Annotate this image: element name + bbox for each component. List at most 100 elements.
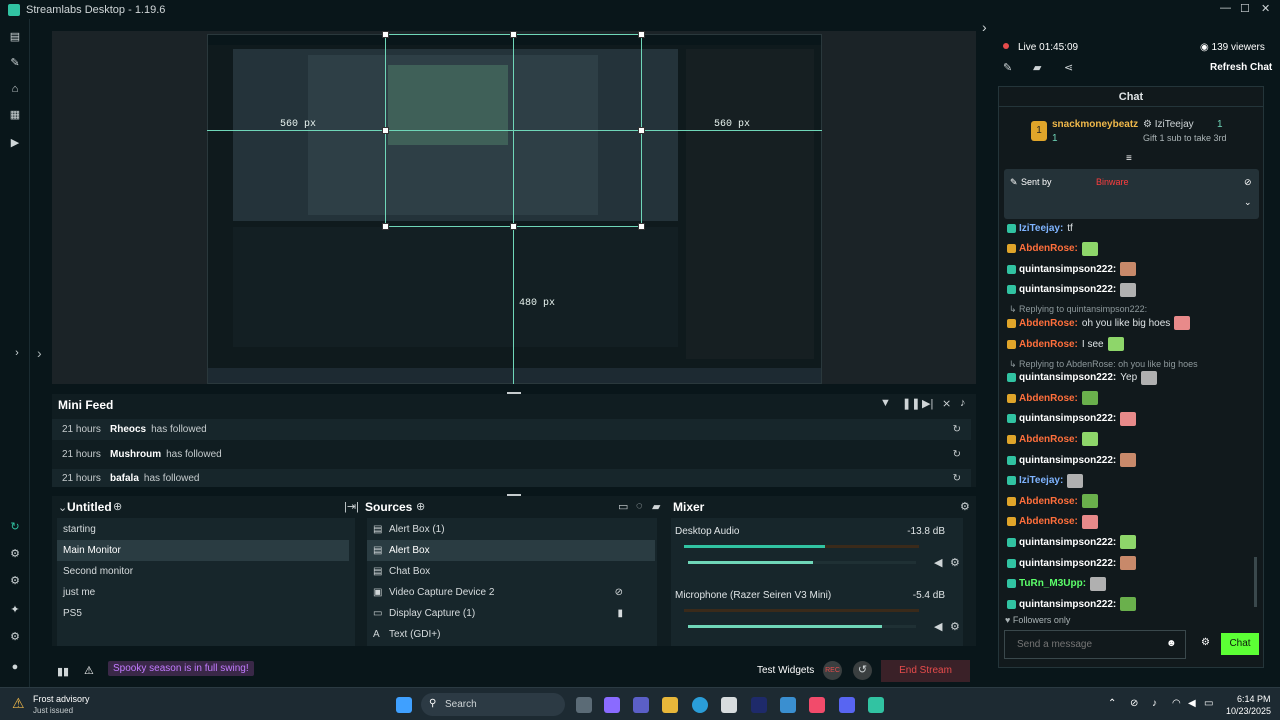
- chat-username[interactable]: IziTeejay:: [1019, 223, 1063, 234]
- resize-handle[interactable]: [510, 223, 517, 230]
- l-app-icon[interactable]: [751, 697, 767, 713]
- chat-message[interactable]: AbdenRose:: [1007, 430, 1098, 448]
- copilot-icon[interactable]: [604, 697, 620, 713]
- hide-icon[interactable]: ◌: [636, 500, 643, 512]
- network-icon[interactable]: ⊘: [1130, 698, 1138, 709]
- notification-message[interactable]: Spooky season is in full swing!: [108, 661, 254, 676]
- dashboard-icon[interactable]: ⚙: [8, 575, 22, 587]
- chat-username[interactable]: AbdenRose:: [1019, 243, 1078, 254]
- task-view-icon[interactable]: [576, 697, 592, 713]
- studio-mode-icon[interactable]: ↻: [8, 521, 22, 533]
- chat-message[interactable]: quintansimpson222:: [1007, 281, 1137, 299]
- scene-transition-icon[interactable]: |⇥|: [344, 500, 359, 513]
- filter-icon[interactable]: ≡: [1126, 153, 1132, 164]
- resize-handle[interactable]: [382, 31, 389, 38]
- editor-icon[interactable]: ▤: [8, 31, 22, 43]
- store-icon[interactable]: [721, 697, 737, 713]
- scene-item[interactable]: PS5: [57, 603, 349, 624]
- resize-handle[interactable]: [510, 31, 517, 38]
- visibility-hidden-icon[interactable]: ⊘: [615, 582, 623, 603]
- chat-scrollbar[interactable]: [1254, 557, 1257, 607]
- performance-icon[interactable]: ▮▮: [57, 665, 69, 678]
- themes-icon[interactable]: ✎: [8, 57, 22, 69]
- highlighter-icon[interactable]: ✦: [8, 604, 22, 616]
- pause-icon[interactable]: ❚❚: [902, 397, 920, 410]
- chat-message[interactable]: quintansimpson222: Yep: [1007, 369, 1158, 387]
- replay-icon[interactable]: ↻: [953, 424, 961, 435]
- source-item[interactable]: ▤ Alert Box (1): [367, 519, 655, 540]
- chat-message[interactable]: quintansimpson222:: [1007, 533, 1137, 551]
- show-hidden-icons-icon[interactable]: ⌃: [1108, 698, 1116, 709]
- edit-stream-icon[interactable]: ✎: [1003, 61, 1012, 74]
- chat-username[interactable]: AbdenRose:: [1019, 434, 1078, 445]
- chat-message[interactable]: AbdenRose:: [1007, 513, 1098, 531]
- profile-icon[interactable]: ●: [8, 661, 22, 673]
- chat-message[interactable]: quintansimpson222:: [1007, 451, 1137, 469]
- skip-icon[interactable]: ▶|: [922, 397, 933, 410]
- chat-username[interactable]: AbdenRose:: [1019, 516, 1078, 527]
- layout-editor-icon[interactable]: ⚙: [8, 548, 22, 560]
- top-gifter-name[interactable]: snackmoneybeatz: [1052, 119, 1138, 130]
- clock-date[interactable]: 10/23/2025: [1226, 706, 1271, 716]
- mixer-settings-icon[interactable]: ⚙: [960, 500, 970, 513]
- volume-icon[interactable]: ♪: [960, 397, 966, 409]
- chat-message[interactable]: quintansimpson222:: [1007, 260, 1137, 278]
- resize-handle[interactable]: [638, 31, 645, 38]
- chat-username[interactable]: AbdenRose:: [1019, 496, 1078, 507]
- refresh-chat-button[interactable]: Refresh Chat: [1210, 62, 1272, 73]
- collapse-chevron-icon[interactable]: ›: [37, 345, 42, 361]
- chat-username[interactable]: quintansimpson222:: [1019, 558, 1116, 569]
- resize-handle[interactable]: [382, 127, 389, 134]
- resize-handle[interactable]: [382, 223, 389, 230]
- clock-time[interactable]: 6:14 PM: [1237, 694, 1271, 704]
- rec-button[interactable]: REC: [823, 661, 842, 680]
- speaker-icon[interactable]: ◀: [934, 556, 942, 569]
- store-icon[interactable]: ⌂: [8, 83, 22, 95]
- feed-user[interactable]: bafala: [110, 473, 139, 484]
- taskbar-search[interactable]: Search: [421, 693, 565, 716]
- gifted-to-name[interactable]: ⚙ IziTeejay: [1143, 119, 1194, 130]
- feed-user[interactable]: Rheocs: [110, 424, 146, 435]
- scene-item[interactable]: Second monitor: [57, 561, 349, 582]
- clip-icon[interactable]: ▰: [1033, 61, 1041, 74]
- folder-icon[interactable]: ▰: [652, 500, 660, 513]
- share-icon[interactable]: ⋖: [1064, 61, 1073, 74]
- music-icon[interactable]: [809, 697, 825, 713]
- close-button[interactable]: ✕: [1261, 2, 1270, 15]
- discord-icon[interactable]: [839, 697, 855, 713]
- file-explorer-icon[interactable]: [662, 697, 678, 713]
- chat-username[interactable]: AbdenRose:: [1019, 318, 1078, 329]
- chat-message[interactable]: quintansimpson222:: [1007, 554, 1137, 572]
- pinned-user[interactable]: Binware: [1096, 177, 1129, 187]
- source-item[interactable]: ▭ Display Capture (1) ▮: [367, 603, 655, 624]
- mute-alerts-icon[interactable]: ⨯: [942, 397, 951, 410]
- chat-message[interactable]: IziTeejay: tf: [1007, 219, 1073, 237]
- chevron-down-icon[interactable]: ⌄: [58, 501, 67, 514]
- lock-icon[interactable]: ▮: [617, 603, 623, 624]
- end-stream-button[interactable]: End Stream: [881, 660, 970, 682]
- streamlabs-taskbar-icon[interactable]: [868, 697, 884, 713]
- battery-icon[interactable]: ▭: [1204, 698, 1213, 709]
- source-item[interactable]: A Text (GDI+): [367, 624, 655, 645]
- chat-settings-icon[interactable]: ⚙: [1201, 637, 1210, 648]
- resize-handle[interactable]: [638, 127, 645, 134]
- chat-username[interactable]: IziTeejay:: [1019, 475, 1063, 486]
- replay-icon[interactable]: ↻: [953, 473, 961, 484]
- resize-handle[interactable]: [638, 223, 645, 230]
- chat-input[interactable]: [1004, 630, 1186, 659]
- chat-username[interactable]: quintansimpson222:: [1019, 455, 1116, 466]
- wifi-icon[interactable]: ◠: [1172, 698, 1181, 709]
- warning-icon[interactable]: ⚠: [84, 664, 94, 677]
- channel-settings-icon[interactable]: ⚙: [950, 620, 960, 633]
- vscode-icon[interactable]: [780, 697, 796, 713]
- weather-warning-icon[interactable]: ⚠: [12, 695, 25, 712]
- channel-settings-icon[interactable]: ⚙: [950, 556, 960, 569]
- chevron-down-icon[interactable]: ⌄: [1244, 197, 1252, 208]
- expand-chevron-icon[interactable]: ›: [10, 347, 24, 359]
- chat-message[interactable]: quintansimpson222:: [1007, 410, 1137, 428]
- chat-collapse-chevron-icon[interactable]: ›: [982, 19, 987, 35]
- chat-message[interactable]: IziTeejay:: [1007, 472, 1084, 490]
- chat-message[interactable]: quintansimpson222:: [1007, 595, 1137, 613]
- chat-message[interactable]: AbdenRose:: [1007, 492, 1098, 510]
- replay-icon[interactable]: ↻: [953, 449, 961, 460]
